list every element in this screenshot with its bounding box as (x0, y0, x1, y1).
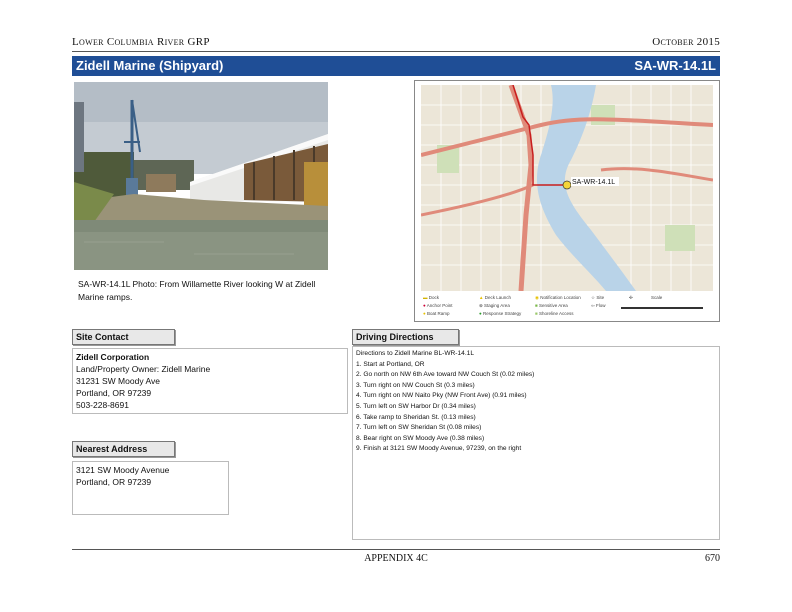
legend-boat-ramp: ● Boat Ramp (423, 311, 450, 316)
nearest-address-box: 3121 SW Moody Avenue Portland, OR 97239 (72, 461, 229, 515)
legend-dock: ▬ Dock (423, 295, 440, 300)
driving-directions-box: Directions to Zidell Marine BL-WR-14.1L … (352, 346, 720, 540)
directions-title: Directions to Zidell Marine BL-WR-14.1L (356, 350, 474, 357)
contact-company: Zidell Corporation (76, 352, 150, 362)
address-line: Portland, OR 97239 (76, 477, 152, 487)
driving-directions-heading: Driving Directions (352, 329, 459, 345)
site-contact-heading: Site Contact (72, 329, 175, 345)
page-header: Lower Columbia River GRP October 2015 (72, 36, 720, 50)
legend-response: ● Response Strategy (479, 311, 522, 316)
legend-shoreline: ■ Shoreline Access (535, 311, 574, 316)
directions-step: 8. Bear right on SW Moody Ave (0.38 mile… (356, 434, 485, 442)
legend-staging: ⊗ Staging Area (479, 303, 510, 308)
header-rule (72, 51, 720, 52)
map-site-label: SA-WR-14.1L (572, 179, 615, 186)
directions-step: 1. Start at Portland, OR (356, 360, 425, 368)
legend-flow: ⇦ Flow (591, 303, 606, 308)
nearest-address-heading: Nearest Address (72, 441, 175, 457)
address-line: 3121 SW Moody Avenue (76, 465, 170, 475)
contact-line: Land/Property Owner: Zidell Marine (76, 364, 211, 374)
contact-phone: 503-228-8691 (76, 400, 129, 410)
header-document-title: Lower Columbia River GRP (72, 36, 210, 48)
site-contact-box: Zidell Corporation Land/Property Owner: … (72, 348, 348, 414)
footer-rule (72, 549, 720, 550)
legend-site: ☆ Site (591, 295, 605, 300)
directions-step: 7. Turn left on SW Sheridan St (0.08 mil… (356, 424, 482, 432)
directions-step: 5. Turn left on SW Harbor Dr (0.34 miles… (356, 402, 476, 410)
legend-scale: Scale (651, 295, 663, 300)
header-date: October 2015 (652, 36, 720, 48)
contact-line: Portland, OR 97239 (76, 388, 152, 398)
map-image: SA-WR-14.1L (421, 85, 713, 291)
legend-sensitive: ■ Sensitive Area (535, 303, 568, 308)
photo-caption: SA-WR-14.1L Photo: From Willamette River… (78, 279, 316, 302)
site-name: Zidell Marine (Shipyard) (76, 58, 224, 73)
directions-step: 4. Turn right on NW Naito Pky (NW Front … (356, 392, 527, 400)
contact-line: 31231 SW Moody Ave (76, 376, 160, 386)
scale-bar (621, 307, 703, 309)
directions-step: 2. Go north on NW 6th Ave toward NW Couc… (356, 371, 535, 379)
directions-step: 6. Take ramp to Sheridan St. (0.13 miles… (356, 413, 476, 421)
site-map: SA-WR-14.1L ▬ Dock ● Anchor Point ● Boat… (414, 80, 720, 322)
page-number: 670 (705, 553, 720, 564)
footer-appendix: APPENDIX 4C (364, 553, 428, 564)
map-legend: ▬ Dock ● Anchor Point ● Boat Ramp ▲ Deck… (421, 293, 713, 319)
site-title-bar: Zidell Marine (Shipyard) SA-WR-14.1L (72, 56, 720, 76)
north-arrow-icon: ✣ (629, 295, 633, 300)
directions-step: 9. Finish at 3121 SW Moody Avenue, 97239… (356, 445, 522, 453)
legend-anchor: ● Anchor Point (423, 303, 453, 308)
directions-step: 3. Turn right on NW Couch St (0.3 miles) (356, 381, 475, 389)
site-photo (74, 82, 328, 270)
legend-notification: ◉ Notification Location (535, 295, 581, 300)
site-code: SA-WR-14.1L (634, 58, 716, 73)
legend-deck-launch: ▲ Deck Launch (479, 295, 512, 300)
